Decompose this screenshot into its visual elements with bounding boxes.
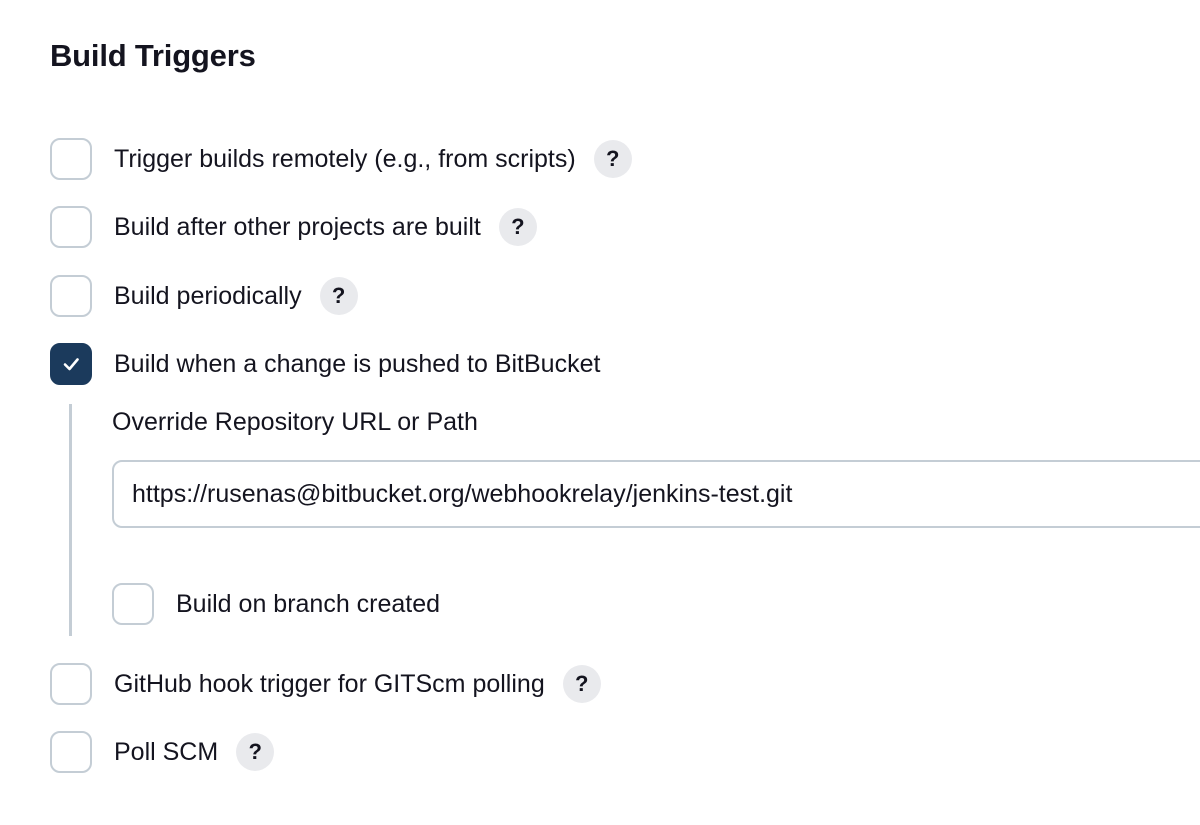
trigger-github-hook-checkbox[interactable] <box>50 663 92 705</box>
help-icon[interactable]: ? <box>236 733 275 771</box>
override-url-label: Override Repository URL or Path <box>112 408 478 436</box>
trigger-bitbucket-checkbox[interactable] <box>50 343 92 385</box>
trigger-poll-scm-checkbox[interactable] <box>50 731 92 773</box>
checkmark-icon <box>63 358 79 371</box>
trigger-remote-label[interactable]: Trigger builds remotely (e.g., from scri… <box>114 145 576 174</box>
trigger-github-hook-label[interactable]: GitHub hook trigger for GITScm polling <box>114 670 545 699</box>
nested-options-divider <box>69 404 72 636</box>
trigger-after-projects-row: Build after other projects are built ? <box>50 206 537 248</box>
trigger-github-hook-row: GitHub hook trigger for GITScm polling ? <box>50 663 601 705</box>
override-url-input[interactable] <box>112 460 1200 528</box>
help-icon[interactable]: ? <box>562 665 601 703</box>
help-icon[interactable]: ? <box>498 208 537 246</box>
trigger-after-projects-label[interactable]: Build after other projects are built <box>114 213 481 242</box>
trigger-periodically-row: Build periodically ? <box>50 275 358 317</box>
trigger-bitbucket-row: Build when a change is pushed to BitBuck… <box>50 343 600 385</box>
build-triggers-panel: Build Triggers Trigger builds remotely (… <box>0 0 1200 825</box>
section-title: Build Triggers <box>50 38 256 73</box>
trigger-poll-scm-row: Poll SCM ? <box>50 731 275 773</box>
trigger-after-projects-checkbox[interactable] <box>50 206 92 248</box>
help-icon[interactable]: ? <box>593 140 632 178</box>
trigger-periodically-checkbox[interactable] <box>50 275 92 317</box>
branch-created-label[interactable]: Build on branch created <box>176 590 440 619</box>
trigger-bitbucket-label[interactable]: Build when a change is pushed to BitBuck… <box>114 350 600 379</box>
branch-created-row: Build on branch created <box>112 583 440 625</box>
branch-created-checkbox[interactable] <box>112 583 154 625</box>
trigger-remote-row: Trigger builds remotely (e.g., from scri… <box>50 138 632 180</box>
trigger-poll-scm-label[interactable]: Poll SCM <box>114 738 218 767</box>
trigger-remote-checkbox[interactable] <box>50 138 92 180</box>
help-icon[interactable]: ? <box>319 277 358 315</box>
trigger-periodically-label[interactable]: Build periodically <box>114 282 302 311</box>
